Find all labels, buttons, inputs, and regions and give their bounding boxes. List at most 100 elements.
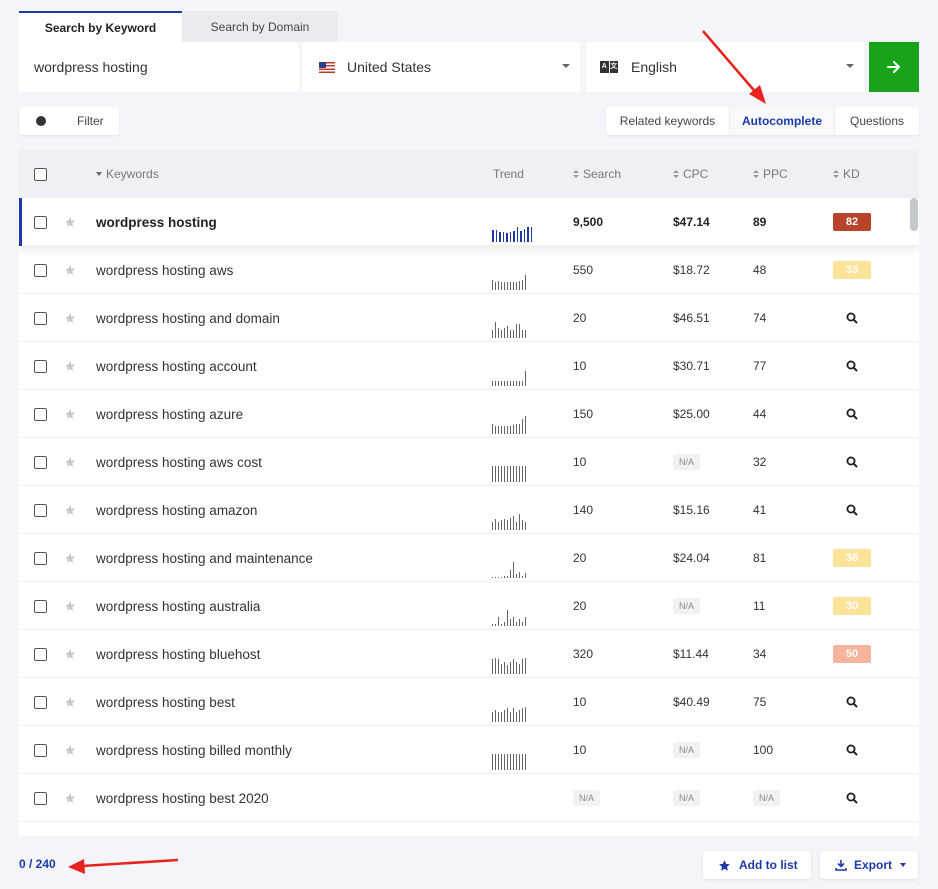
row-checkbox[interactable] — [34, 503, 47, 517]
keyword-cell[interactable]: wordpress hosting and domain — [96, 294, 280, 342]
table-row[interactable]: wordpress hosting azure 150 $25.00 44 — [19, 390, 919, 438]
table-row[interactable]: wordpress hosting aws 550 $18.72 48 33 — [19, 246, 919, 294]
ppc-value: 41 — [753, 503, 767, 517]
search-icon[interactable] — [846, 792, 858, 804]
select-all-checkbox[interactable] — [34, 167, 47, 181]
star-icon[interactable] — [64, 648, 76, 660]
table-row[interactable]: wordpress hosting account 10 $30.71 77 — [19, 342, 919, 390]
table-row[interactable]: wordpress hosting aws cost 10 N/A 32 — [19, 438, 919, 486]
search-icon[interactable] — [846, 696, 858, 708]
row-checkbox[interactable] — [34, 695, 47, 709]
column-ppc[interactable]: PPC — [753, 150, 788, 198]
trend-bar — [509, 232, 511, 242]
row-checkbox[interactable] — [34, 791, 47, 805]
column-kd[interactable]: KD — [833, 150, 860, 198]
keyword-cell[interactable]: wordpress hosting best 2020 — [96, 774, 269, 822]
trend-bar — [510, 570, 511, 578]
row-checkbox[interactable] — [34, 263, 47, 277]
star-icon[interactable] — [64, 456, 76, 468]
cpc-cell: $40.49 — [673, 678, 710, 726]
column-trend-label: Trend — [493, 167, 524, 181]
trend-bar — [495, 381, 496, 386]
tab-search-by-keyword[interactable]: Search by Keyword — [19, 11, 182, 42]
row-checkbox[interactable] — [34, 407, 47, 421]
star-icon[interactable] — [64, 552, 76, 564]
keyword-cell[interactable]: wordpress hosting — [96, 198, 217, 246]
row-checkbox[interactable] — [34, 215, 47, 229]
row-checkbox[interactable] — [34, 311, 47, 325]
table-row[interactable]: wordpress hosting best 10 $40.49 75 — [19, 678, 919, 726]
keyword-cell[interactable]: wordpress hosting and maintenance — [96, 534, 313, 582]
row-checkbox[interactable] — [34, 599, 47, 613]
search-icon[interactable] — [846, 456, 858, 468]
trend-bars — [492, 462, 526, 482]
keyword-cell[interactable]: wordpress hosting aws cost — [96, 438, 262, 486]
keyword-cell[interactable]: wordpress hosting amazon — [96, 486, 257, 534]
keyword-cell[interactable]: wordpress hosting account — [96, 342, 257, 390]
star-icon[interactable] — [64, 744, 76, 756]
search-icon[interactable] — [846, 360, 858, 372]
ppc-cell: 44 — [753, 390, 766, 438]
add-to-list-button[interactable]: Add to list — [703, 851, 811, 879]
keyword-text: wordpress hosting azure — [96, 406, 244, 422]
favorite-cell — [64, 246, 76, 294]
country-select[interactable]: United States — [302, 42, 580, 92]
row-checkbox-cell — [34, 534, 47, 582]
row-checkbox[interactable] — [34, 551, 47, 565]
row-checkbox[interactable] — [34, 743, 47, 757]
trend-bar — [506, 233, 508, 242]
filter-toggle[interactable]: Filter — [19, 107, 119, 135]
star-icon[interactable] — [64, 504, 76, 516]
table-row[interactable]: wordpress hosting amazon 140 $15.16 41 — [19, 486, 919, 534]
tab-questions[interactable]: Questions — [835, 107, 919, 135]
tab-related-keywords[interactable]: Related keywords — [606, 107, 730, 135]
row-checkbox[interactable] — [34, 455, 47, 469]
star-icon[interactable] — [64, 792, 76, 804]
tab-autocomplete[interactable]: Autocomplete — [730, 107, 835, 135]
trend-bar — [504, 519, 505, 530]
trend-bar — [516, 622, 517, 626]
table-row[interactable]: wordpress hosting best 2020 N/A N/A N/A — [19, 774, 919, 822]
search-submit-button[interactable] — [869, 42, 919, 92]
search-icon[interactable] — [846, 504, 858, 516]
star-icon[interactable] — [64, 264, 76, 276]
table-row[interactable]: wordpress hosting and maintenance 20 $24… — [19, 534, 919, 582]
trend-bar — [492, 624, 493, 626]
trend-bar — [525, 371, 526, 386]
column-keywords[interactable]: Keywords — [96, 150, 159, 198]
keyword-cell[interactable]: wordpress hosting best — [96, 678, 235, 726]
row-checkbox[interactable] — [34, 359, 47, 373]
keyword-cell[interactable]: wordpress hosting bluehost — [96, 630, 260, 678]
export-button[interactable]: Export — [820, 851, 918, 879]
keyword-cell[interactable]: wordpress hosting billed monthly — [96, 726, 292, 774]
star-icon[interactable] — [64, 408, 76, 420]
star-icon[interactable] — [64, 216, 76, 228]
keyword-cell[interactable]: wordpress hosting azure — [96, 390, 243, 438]
tab-search-by-domain[interactable]: Search by Domain — [182, 11, 338, 42]
search-icon[interactable] — [846, 312, 858, 324]
star-icon[interactable] — [64, 600, 76, 612]
table-row[interactable]: wordpress hosting and domain 20 $46.51 7… — [19, 294, 919, 342]
scrollbar[interactable] — [910, 198, 918, 836]
row-checkbox[interactable] — [34, 647, 47, 661]
column-search[interactable]: Search — [573, 150, 621, 198]
table-row[interactable]: wordpress hosting billed monthly 10 N/A … — [19, 726, 919, 774]
trend-bar — [501, 624, 502, 626]
star-icon[interactable] — [64, 360, 76, 372]
keyword-cell[interactable]: wordpress hosting australia — [96, 582, 260, 630]
trend-bar — [513, 330, 514, 338]
keyword-input[interactable] — [19, 42, 299, 92]
kd-cell: 38 — [833, 534, 871, 582]
star-icon[interactable] — [64, 312, 76, 324]
column-cpc[interactable]: CPC — [673, 150, 708, 198]
table-row[interactable]: wordpress hosting australia 20 N/A 11 30 — [19, 582, 919, 630]
search-icon[interactable] — [846, 744, 858, 756]
search-icon[interactable] — [846, 408, 858, 420]
toggle-switch[interactable] — [31, 114, 57, 128]
table-row[interactable]: wordpress hosting bluehost 320 $11.44 34… — [19, 630, 919, 678]
ppc-cell: 89 — [753, 198, 766, 246]
language-select[interactable]: A文 English — [586, 42, 864, 92]
keyword-cell[interactable]: wordpress hosting aws — [96, 246, 233, 294]
star-icon[interactable] — [64, 696, 76, 708]
table-row[interactable]: wordpress hosting 9,500 $47.14 89 82 — [19, 198, 919, 246]
